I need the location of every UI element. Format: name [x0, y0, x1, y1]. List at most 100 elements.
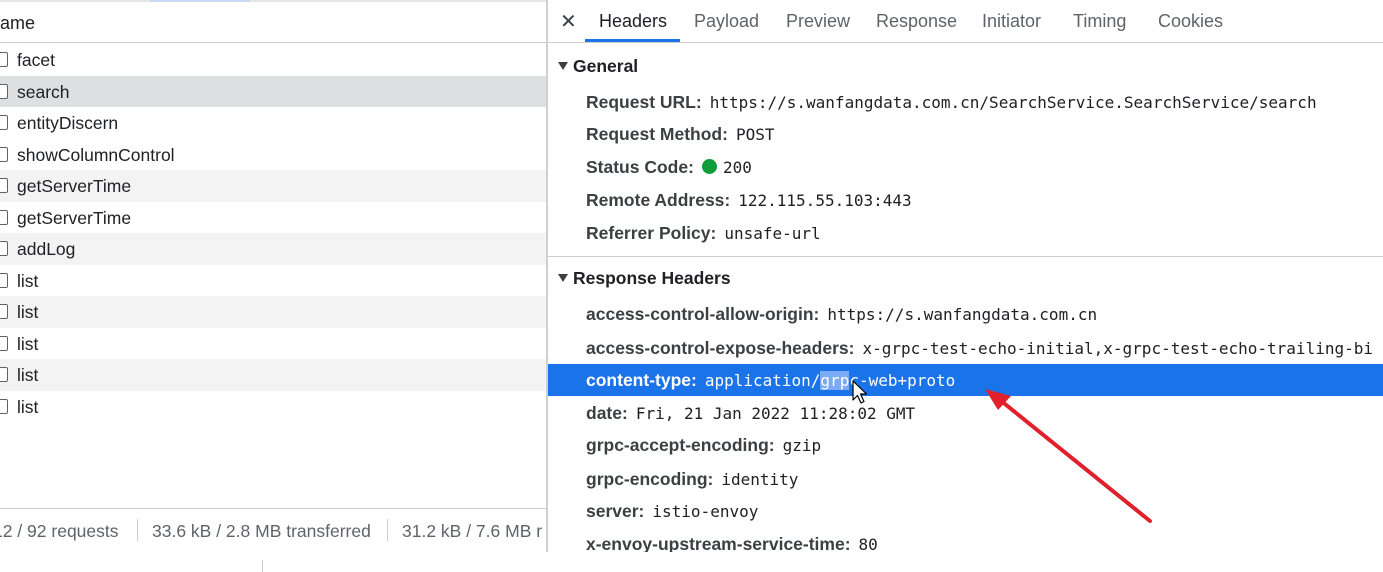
- header-value: POST: [735, 125, 775, 144]
- header-value: gzip: [782, 436, 822, 455]
- network-status-bar: 12 / 92 requests 33.6 kB / 2.8 MB transf…: [0, 508, 546, 552]
- request-row[interactable]: list: [0, 359, 546, 391]
- request-checkbox[interactable]: [0, 83, 8, 99]
- request-row[interactable]: list: [0, 296, 546, 328]
- request-name: showColumnControl: [17, 144, 175, 165]
- general-section-toggle[interactable]: General: [558, 56, 638, 77]
- close-icon[interactable]: ✕: [560, 9, 577, 34]
- request-row[interactable]: getServerTime: [0, 201, 546, 233]
- bottom-strip: [0, 552, 1383, 572]
- request-row[interactable]: getServerTime: [0, 170, 546, 202]
- request-name: list: [17, 333, 39, 354]
- request-row-selected[interactable]: search: [0, 75, 546, 107]
- header-key: grpc-encoding:: [586, 469, 714, 489]
- header-value: 122.115.55.103:443: [738, 191, 912, 210]
- header-key: Status Code:: [586, 157, 694, 177]
- header-row-date[interactable]: date: Fri, 21 Jan 2022 11:28:02 GMT: [548, 397, 1383, 429]
- header-value: x-grpc-test-echo-initial,x-grpc-test-ech…: [862, 339, 1373, 358]
- request-name: list: [17, 270, 39, 291]
- request-row[interactable]: list: [0, 264, 546, 296]
- header-row-grpc-accept-encoding[interactable]: grpc-accept-encoding: gzip: [548, 429, 1383, 461]
- header-key: content-type:: [586, 370, 697, 390]
- header-key: Request Method:: [586, 124, 728, 144]
- tab-payload[interactable]: Payload: [694, 11, 759, 32]
- request-checkbox[interactable]: [0, 241, 8, 256]
- request-row[interactable]: addLog: [0, 233, 546, 265]
- header-key: server:: [586, 501, 645, 521]
- header-key: date:: [586, 403, 628, 423]
- request-details-pane: ✕ Headers Payload Preview Response Initi…: [548, 0, 1383, 552]
- request-name: getServerTime: [17, 176, 132, 196]
- transferred-size: 33.6 kB / 2.8 MB transferred: [152, 521, 371, 541]
- request-list-pane: ame facet search entityDiscern showColum…: [0, 0, 546, 552]
- request-list: facet search entityDiscern showColumnCon…: [0, 44, 546, 422]
- header-row-access-control-expose-headers[interactable]: access-control-expose-headers: x-grpc-tes…: [548, 332, 1383, 364]
- response-headers-section-title: Response Headers: [573, 268, 731, 288]
- request-name: search: [17, 81, 70, 102]
- triangle-down-icon: [558, 62, 568, 70]
- header-value-part: application/: [704, 371, 821, 390]
- header-key: access-control-allow-origin:: [586, 304, 820, 324]
- header-value: https://s.wanfangdata.com.cn/SearchServi…: [709, 93, 1317, 112]
- request-row[interactable]: showColumnControl: [0, 138, 546, 170]
- request-checkbox[interactable]: [0, 209, 8, 225]
- header-row-grpc-encoding[interactable]: grpc-encoding: identity: [548, 463, 1383, 495]
- request-name: entityDiscern: [17, 113, 119, 133]
- response-headers-section-toggle[interactable]: Response Headers: [558, 268, 731, 289]
- request-checkbox[interactable]: [0, 335, 8, 351]
- header-key: Remote Address:: [586, 190, 731, 210]
- request-checkbox[interactable]: [0, 367, 8, 382]
- tab-cookies[interactable]: Cookies: [1158, 11, 1223, 32]
- name-column-header[interactable]: ame: [0, 4, 546, 43]
- request-checkbox[interactable]: [0, 115, 8, 130]
- request-checkbox[interactable]: [0, 304, 8, 319]
- request-name: addLog: [17, 239, 76, 259]
- header-row-referrer-policy[interactable]: Referrer Policy: unsafe-url: [548, 217, 1383, 249]
- header-row-access-control-allow-origin[interactable]: access-control-allow-origin: https://s.wa…: [548, 298, 1383, 330]
- request-row[interactable]: list: [0, 390, 546, 422]
- request-row[interactable]: entityDiscern: [0, 107, 546, 139]
- request-row[interactable]: facet: [0, 44, 546, 76]
- request-checkbox[interactable]: [0, 146, 8, 162]
- top-border: [0, 0, 546, 2]
- resources-size: 31.2 kB / 7.6 MB r: [402, 521, 543, 541]
- header-row-x-envoy-upstream-service-time[interactable]: x-envoy-upstream-service-time: 80: [548, 528, 1383, 552]
- status-separator: [387, 519, 388, 541]
- tab-timing[interactable]: Timing: [1073, 11, 1126, 32]
- header-value: istio-envoy: [652, 502, 759, 521]
- header-value: 200: [722, 158, 752, 177]
- request-checkbox[interactable]: [0, 398, 8, 414]
- header-value-part: c-web+proto: [849, 371, 956, 390]
- tab-preview[interactable]: Preview: [786, 11, 850, 32]
- request-name: facet: [17, 50, 55, 70]
- request-name: list: [17, 365, 39, 385]
- header-value: identity: [721, 470, 799, 489]
- requests-count: 12 / 92 requests: [0, 521, 119, 541]
- header-row-server[interactable]: server: istio-envoy: [548, 495, 1383, 527]
- request-checkbox[interactable]: [0, 272, 8, 288]
- general-section-title: General: [573, 56, 639, 76]
- active-tab-indicator: [585, 39, 680, 42]
- request-row[interactable]: list: [0, 327, 546, 359]
- status-green-dot-icon: [701, 159, 717, 174]
- request-checkbox[interactable]: [0, 52, 8, 67]
- header-value: https://s.wanfangdata.com.cn: [827, 305, 1098, 324]
- tab-headers[interactable]: Headers: [599, 11, 667, 32]
- header-row-content-type-highlighted[interactable]: content-type: application/grpc-web+proto: [548, 364, 1383, 396]
- name-column-header-label: ame: [0, 13, 36, 33]
- details-tab-bar: ✕ Headers Payload Preview Response Initi…: [548, 0, 1383, 43]
- request-checkbox[interactable]: [0, 178, 8, 193]
- tab-initiator[interactable]: Initiator: [982, 11, 1041, 32]
- header-row-status-code[interactable]: Status Code: 200: [548, 151, 1383, 183]
- top-border-accent: [150, 0, 250, 2]
- header-value: unsafe-url: [724, 224, 821, 243]
- header-key: access-control-expose-headers:: [586, 338, 855, 358]
- header-key: grpc-accept-encoding:: [586, 435, 775, 455]
- header-row-request-method[interactable]: Request Method: POST: [548, 118, 1383, 150]
- tab-response[interactable]: Response: [876, 11, 957, 32]
- header-row-request-url[interactable]: Request URL: https://s.wanfangdata.com.cn…: [548, 86, 1383, 118]
- selected-text: grp: [820, 371, 850, 390]
- header-value: Fri, 21 Jan 2022 11:28:02 GMT: [635, 404, 916, 423]
- header-key: Request URL:: [586, 92, 702, 112]
- header-row-remote-address[interactable]: Remote Address: 122.115.55.103:443: [548, 184, 1383, 216]
